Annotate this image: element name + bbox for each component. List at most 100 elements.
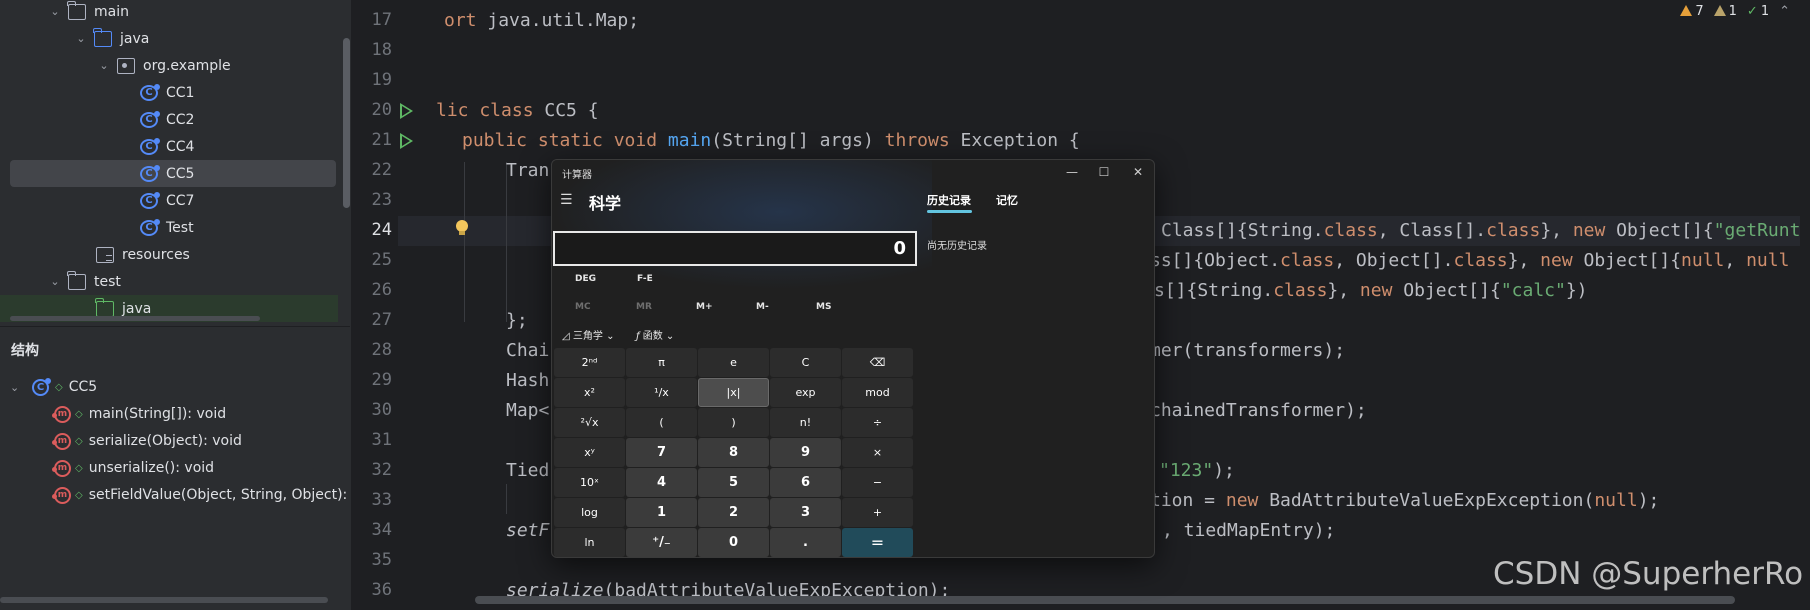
chevron-down-icon[interactable]: ⌄ xyxy=(48,5,62,18)
code-line[interactable]: public static void main(String[] args) t… xyxy=(462,130,1080,151)
tree-item-cc7[interactable]: C CC7 xyxy=(0,187,338,214)
divide-key[interactable]: ÷ xyxy=(842,408,913,437)
structure-member[interactable]: m ◇ main(String[]): void xyxy=(52,401,226,427)
code-line[interactable]: }; xyxy=(506,310,528,331)
tree-item-test[interactable]: ⌄ test xyxy=(0,268,338,295)
open-paren-key[interactable]: ( xyxy=(626,408,697,437)
inspection-widget[interactable]: 7 1 ✓ 1 ⌃ xyxy=(1680,4,1790,19)
tree-item-cc2[interactable]: C CC2 xyxy=(0,106,338,133)
code-line[interactable]: chainedTransformer); xyxy=(1150,400,1367,421)
power-key[interactable]: xʸ xyxy=(554,438,625,467)
warnings-count[interactable]: 7 xyxy=(1680,4,1704,19)
memory-clear-button[interactable]: MC xyxy=(575,302,591,312)
function-dropdown[interactable]: ƒ 函数 ⌄ xyxy=(636,327,674,342)
code-line[interactable]: Class[]{String.class, Class[].class}, ne… xyxy=(1161,220,1800,241)
structure-member[interactable]: m ◇ unserialize(): void xyxy=(52,455,214,481)
subtract-key[interactable]: − xyxy=(842,468,913,497)
weak-warnings-count[interactable]: 1 xyxy=(1713,4,1737,19)
chevron-up-icon[interactable]: ⌃ xyxy=(1779,4,1790,19)
digit-3-key[interactable]: 3 xyxy=(770,498,841,527)
memory-recall-button[interactable]: MR xyxy=(636,302,652,312)
digit-9-key[interactable]: 9 xyxy=(770,438,841,467)
code-line[interactable]: ss[]{Object.class, Object[].class}, new … xyxy=(1150,250,1789,271)
e-key[interactable]: e xyxy=(698,348,769,377)
chevron-down-icon[interactable]: ⌄ xyxy=(48,275,62,288)
log-key[interactable]: log xyxy=(554,498,625,527)
code-line[interactable]: mer(transformers); xyxy=(1150,340,1345,361)
run-icon[interactable] xyxy=(400,133,413,149)
tree-item-java[interactable]: ⌄ java xyxy=(0,25,338,52)
digit-0-key[interactable]: 0 xyxy=(698,528,769,557)
close-paren-key[interactable]: ) xyxy=(698,408,769,437)
tree-item-resources[interactable]: resources xyxy=(0,241,338,268)
clear-key[interactable]: C xyxy=(770,348,841,377)
digit-4-key[interactable]: 4 xyxy=(626,468,697,497)
ten-power-key[interactable]: 10ˣ xyxy=(554,468,625,497)
mod-key[interactable]: mod xyxy=(842,378,913,407)
digit-1-key[interactable]: 1 xyxy=(626,498,697,527)
square-key[interactable]: x² xyxy=(554,378,625,407)
fe-button[interactable]: F-E xyxy=(637,274,653,284)
chevron-down-icon[interactable]: ⌄ xyxy=(74,32,88,45)
lightbulb-icon[interactable] xyxy=(456,220,468,235)
code-line[interactable]: lic class CC5 { xyxy=(436,100,599,121)
angle-unit-button[interactable]: DEG xyxy=(575,274,596,284)
factorial-key[interactable]: n! xyxy=(770,408,841,437)
code-line[interactable]: "123"); xyxy=(1159,460,1235,481)
tree-item-cc4[interactable]: C CC4 xyxy=(0,133,338,160)
reciprocal-key[interactable]: ¹/x xyxy=(626,378,697,407)
digit-8-key[interactable]: 8 xyxy=(698,438,769,467)
structure-horizontal-scrollbar[interactable] xyxy=(0,597,328,603)
code-line[interactable]: , tiedMapEntry); xyxy=(1162,520,1335,541)
exp-key[interactable]: exp xyxy=(770,378,841,407)
memory-add-button[interactable]: M+ xyxy=(696,302,713,312)
decimal-key[interactable]: . xyxy=(770,528,841,557)
code-line[interactable]: Chai xyxy=(506,340,549,361)
memory-subtract-button[interactable]: M- xyxy=(756,302,769,312)
code-line[interactable]: s[]{String.class}, new Object[]{"calc"}) xyxy=(1154,280,1588,301)
trigonometry-dropdown[interactable]: ◿ 三角学 ⌄ xyxy=(562,327,614,342)
negate-key[interactable]: ⁺/₋ xyxy=(626,528,697,557)
structure-root-class[interactable]: ⌄ C ◇ CC5 xyxy=(10,374,97,400)
add-key[interactable]: + xyxy=(842,498,913,527)
minimize-button[interactable]: — xyxy=(1058,162,1086,182)
tab-history[interactable]: 历史记录 xyxy=(927,192,971,208)
digit-7-key[interactable]: 7 xyxy=(626,438,697,467)
digit-5-key[interactable]: 5 xyxy=(698,468,769,497)
backspace-key[interactable]: ⌫ xyxy=(842,348,913,377)
maximize-button[interactable]: ☐ xyxy=(1090,162,1118,182)
structure-member[interactable]: m ◇ serialize(Object): void xyxy=(52,428,242,454)
pi-key[interactable]: π xyxy=(626,348,697,377)
chevron-down-icon[interactable]: ⌄ xyxy=(97,59,111,72)
tab-memory[interactable]: 记忆 xyxy=(996,192,1018,208)
editor-vertical-scrollbar[interactable] xyxy=(1800,0,1810,610)
ln-key[interactable]: ln xyxy=(554,528,625,557)
run-icon[interactable] xyxy=(400,103,413,119)
project-horizontal-scrollbar[interactable] xyxy=(10,316,260,321)
tree-item-test-class[interactable]: C Test xyxy=(0,214,338,241)
tree-item-main[interactable]: ⌄ main xyxy=(0,0,338,25)
absolute-value-key[interactable]: |x| xyxy=(698,378,769,407)
code-line[interactable]: Hash xyxy=(506,370,549,391)
code-line[interactable]: tion = new BadAttributeValueExpException… xyxy=(1150,490,1659,511)
menu-icon[interactable]: ☰ xyxy=(560,192,573,208)
code-line[interactable]: Map< xyxy=(506,400,549,421)
code-line[interactable]: Tran xyxy=(506,160,549,181)
close-button[interactable]: ✕ xyxy=(1124,162,1152,182)
tree-item-org-example[interactable]: ⌄ org.example xyxy=(0,52,338,79)
structure-member[interactable]: m ◇ setFieldValue(Object, String, Object… xyxy=(52,482,350,508)
tree-item-cc1[interactable]: C CC1 xyxy=(0,79,338,106)
code-line[interactable]: setF xyxy=(506,520,549,541)
equals-key[interactable]: = xyxy=(842,528,913,557)
code-line[interactable]: Tied xyxy=(506,460,549,481)
square-root-key[interactable]: ²√x xyxy=(554,408,625,437)
multiply-key[interactable]: × xyxy=(842,438,913,467)
code-line[interactable]: ort java.util.Map; xyxy=(444,10,639,31)
tree-item-cc5[interactable]: C CC5 xyxy=(10,160,336,187)
calculator-window[interactable]: 计算器 — ☐ ✕ ☰ 科学 0 DEG F-E MC MR M+ M- MS … xyxy=(551,159,1155,558)
digit-6-key[interactable]: 6 xyxy=(770,468,841,497)
editor-horizontal-scrollbar[interactable] xyxy=(475,596,1735,604)
chevron-down-icon[interactable]: ⌄ xyxy=(10,381,24,394)
ok-count[interactable]: ✓ 1 xyxy=(1747,4,1769,19)
second-function-key[interactable]: 2ⁿᵈ xyxy=(554,348,625,377)
